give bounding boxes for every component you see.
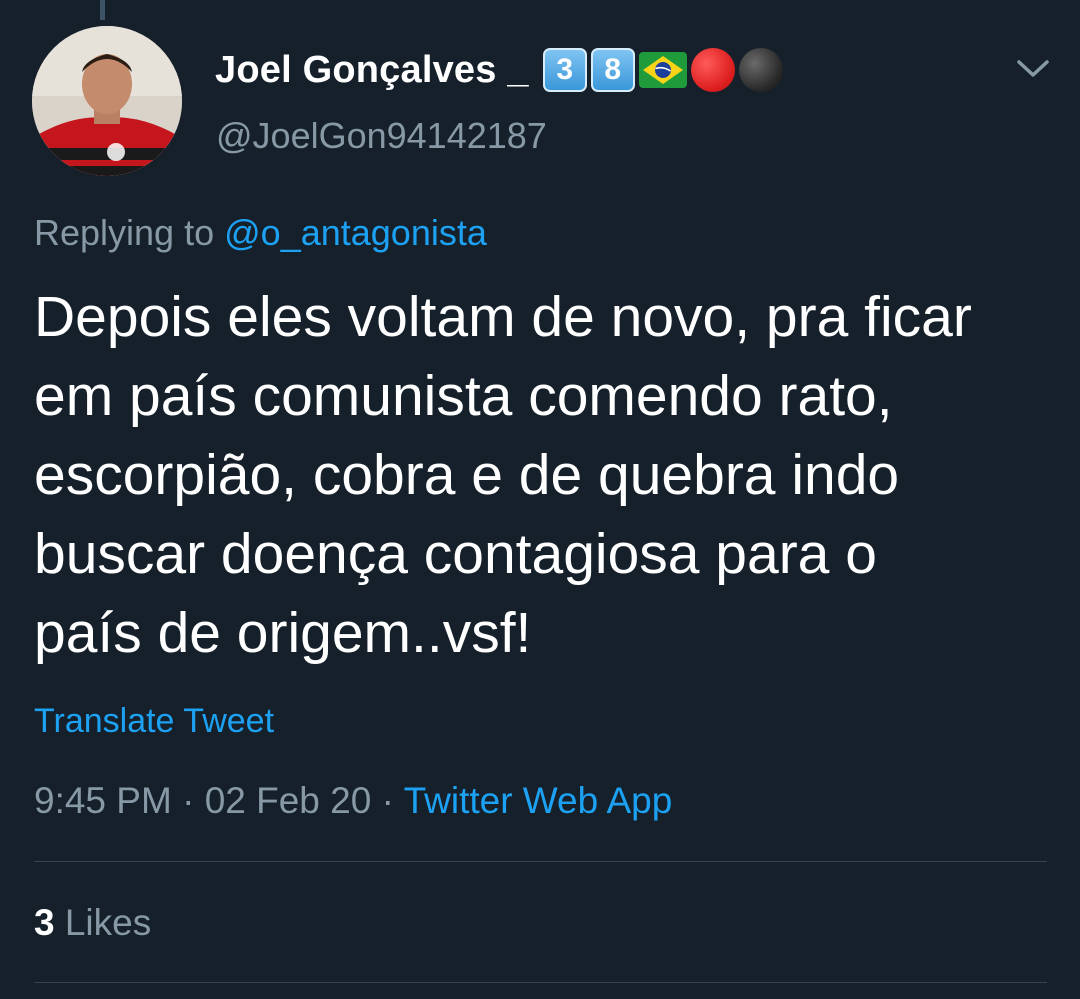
author-name-row[interactable]: Joel Gonçalves _ 3 8 bbox=[215, 44, 783, 96]
likes-count: 3 bbox=[34, 902, 55, 943]
tweet-metadata: 9:45 PM · 02 Feb 20 · Twitter Web App bbox=[34, 780, 672, 822]
likes-stat[interactable]: 3 Likes bbox=[34, 902, 151, 944]
author-name-emojis: 3 8 bbox=[542, 48, 783, 92]
black-circle-icon bbox=[738, 48, 783, 92]
divider bbox=[34, 982, 1047, 983]
thread-connector-line bbox=[100, 0, 105, 20]
divider bbox=[34, 861, 1047, 862]
meta-separator: · bbox=[381, 780, 394, 821]
chevron-down-icon[interactable] bbox=[1014, 54, 1052, 82]
replying-to-line: Replying to @o_antagonista bbox=[34, 212, 487, 254]
author-handle[interactable]: @JoelGon94142187 bbox=[216, 115, 547, 157]
replying-to-label: Replying to bbox=[34, 212, 215, 253]
tweet-time: 9:45 PM bbox=[34, 780, 172, 821]
red-circle-icon bbox=[690, 48, 735, 92]
reply-mention-link[interactable]: @o_antagonista bbox=[224, 212, 487, 253]
tweet-detail-screen: Joel Gonçalves _ 3 8 @JoelGon94142187 Re… bbox=[0, 0, 1080, 999]
avatar[interactable] bbox=[32, 26, 182, 176]
author-display-name[interactable]: Joel Gonçalves _ bbox=[215, 49, 529, 92]
tweet-date: 02 Feb 20 bbox=[204, 780, 372, 821]
tweet-text: Depois eles voltam de novo, pra ficar em… bbox=[34, 285, 972, 665]
brazil-flag-icon bbox=[638, 52, 687, 88]
meta-separator: · bbox=[182, 780, 195, 821]
avatar-image bbox=[32, 26, 182, 176]
keycap-digit-icon: 8 bbox=[590, 48, 635, 92]
likes-label: Likes bbox=[64, 902, 152, 943]
tweet-source-link[interactable]: Twitter Web App bbox=[404, 780, 673, 821]
translate-tweet-link[interactable]: Translate Tweet bbox=[34, 702, 274, 741]
keycap-digit-icon: 3 bbox=[542, 48, 587, 92]
